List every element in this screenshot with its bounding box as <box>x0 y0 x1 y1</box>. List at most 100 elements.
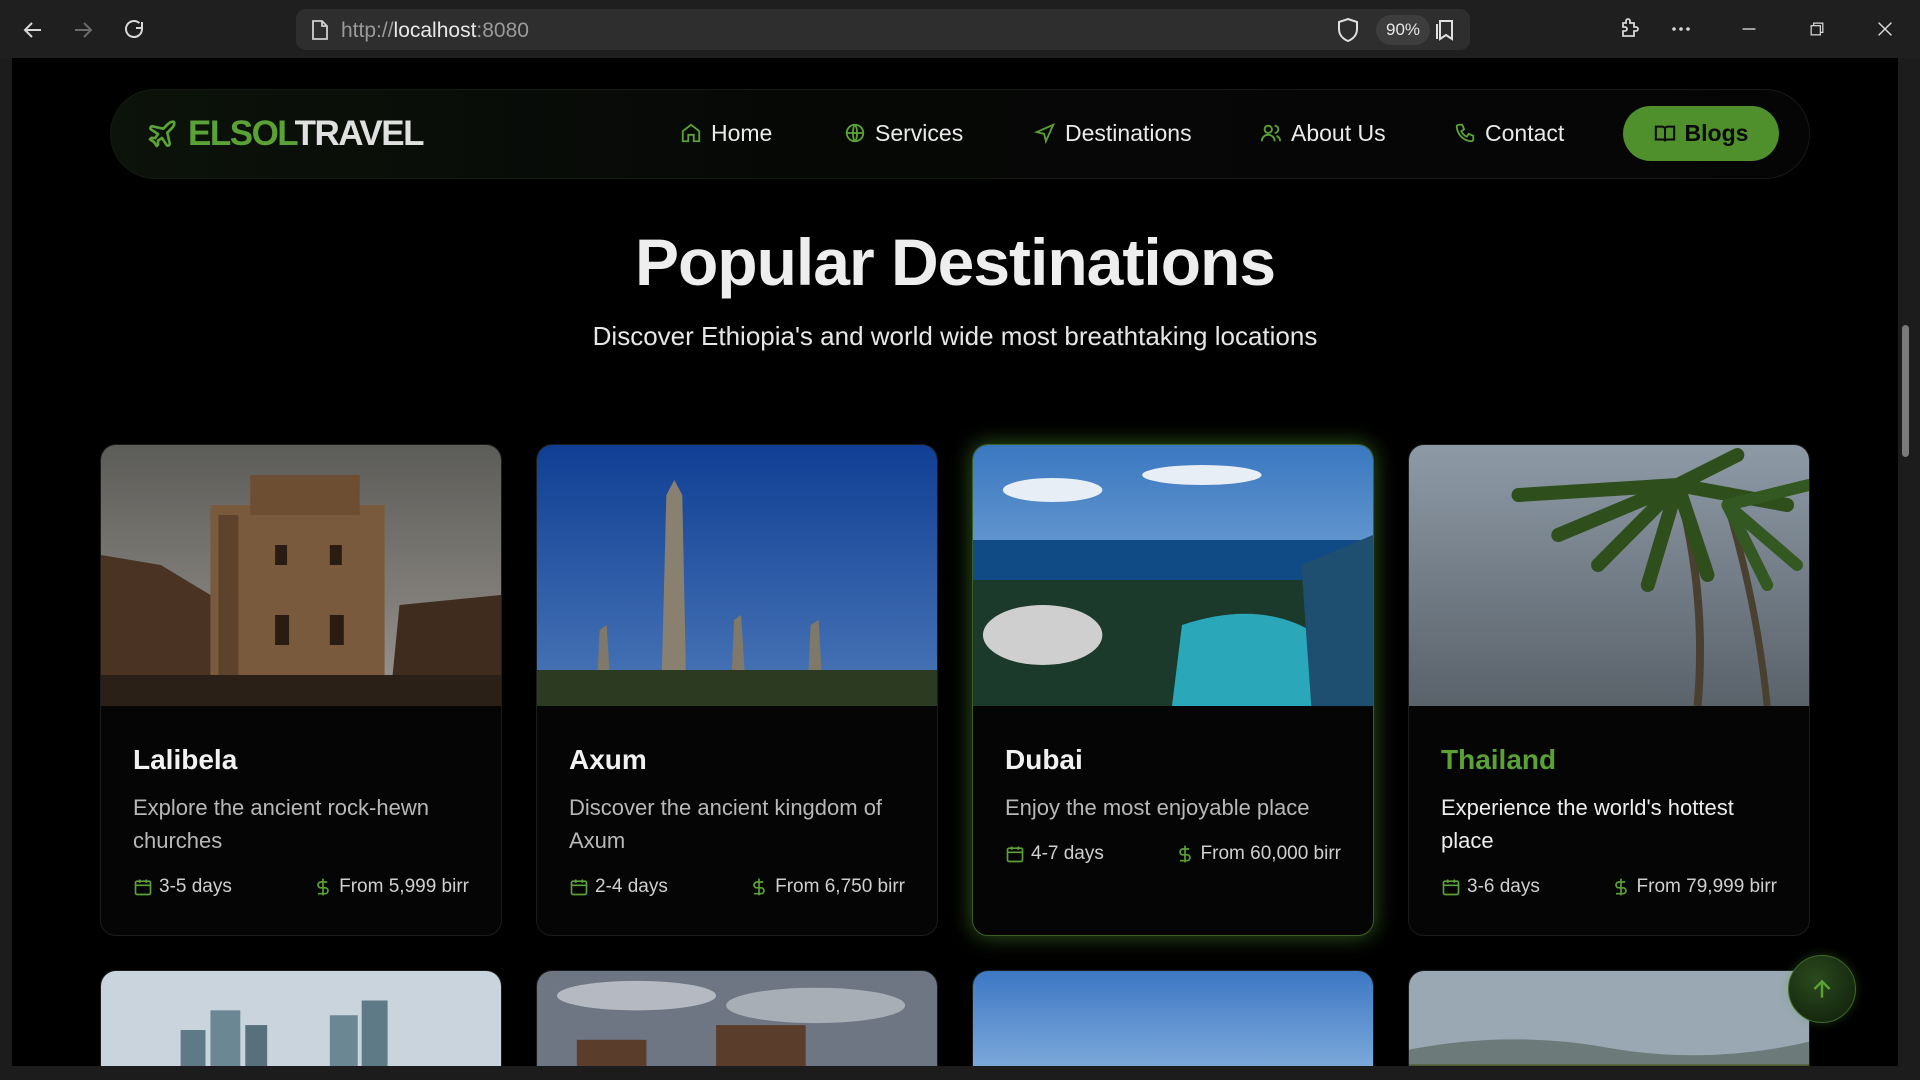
nav-home[interactable]: Home <box>680 118 772 148</box>
scroll-to-top-button[interactable] <box>1788 955 1856 1023</box>
blogs-button[interactable]: Blogs <box>1623 106 1779 161</box>
destination-card-thailand[interactable]: Thailand Experience the world's hottest … <box>1408 444 1810 936</box>
zoom-indicator[interactable]: 90% <box>1376 15 1431 45</box>
destination-name: Lalibela <box>133 744 238 775</box>
book-open-icon <box>1654 125 1675 142</box>
page-viewport: ELSOLTRAVEL Home Services Destinations A… <box>12 58 1898 1066</box>
duration: 3-6 days <box>1441 876 1540 898</box>
logo-text-travel: TRAVEL <box>294 114 425 153</box>
reload-icon <box>125 20 143 38</box>
nav-about[interactable]: About Us <box>1260 118 1386 148</box>
window-bottom-edge <box>0 1066 1920 1080</box>
destination-card-dubai[interactable]: Dubai Enjoy the most enjoyable place 4-7… <box>972 444 1374 936</box>
destination-meta: 2-4 days From 6,750 birr <box>569 876 905 898</box>
tracking-shield-icon[interactable] <box>1336 17 1360 43</box>
calendar-icon <box>570 879 588 896</box>
browser-toolbar: http://localhost:8080 90% <box>0 0 1920 58</box>
home-icon <box>681 123 701 143</box>
plane-icon <box>148 120 176 148</box>
site-logo[interactable]: ELSOLTRAVEL <box>146 114 425 154</box>
extensions-button[interactable] <box>1614 14 1644 44</box>
destination-name: Axum <box>569 744 647 775</box>
duration: 3-5 days <box>133 876 232 898</box>
price-text: From 60,000 birr <box>1200 843 1341 864</box>
users-icon <box>1260 124 1282 142</box>
destination-meta: 3-5 days From 5,999 birr <box>133 876 469 898</box>
navigation-icon <box>1034 122 1056 144</box>
dollar-icon <box>1178 845 1191 863</box>
price: From 6,750 birr <box>749 876 905 898</box>
destination-description: Explore the ancient rock-hewn churches <box>133 795 429 853</box>
restore-icon <box>1810 22 1824 36</box>
destination-card-lalibela[interactable]: Lalibela Explore the ancient rock-hewn c… <box>100 444 502 936</box>
restore-button[interactable] <box>1802 14 1832 44</box>
duration-text: 4-7 days <box>1031 843 1104 864</box>
section-title: Popular Destinations <box>634 225 1276 299</box>
dollar-icon <box>753 878 765 896</box>
dollar-icon <box>1614 878 1627 896</box>
destination-meta: 3-6 days From 79,999 birr <box>1441 876 1777 898</box>
menu-button[interactable] <box>1666 14 1696 44</box>
price: From 79,999 birr <box>1611 876 1777 898</box>
castle-image <box>537 971 937 1066</box>
calendar-icon <box>1006 846 1024 863</box>
destination-description: Enjoy the most enjoyable place <box>1005 795 1310 820</box>
url-text: http://localhost:8080 <box>341 19 529 42</box>
duration-text: 2-4 days <box>595 876 668 897</box>
nav-contact-label: Contact <box>1485 119 1565 146</box>
minimize-button[interactable] <box>1734 14 1764 44</box>
dollar-icon <box>317 878 329 896</box>
destination-name: Dubai <box>1005 744 1083 775</box>
price: From 5,999 birr <box>313 876 469 898</box>
destination-image-dubai <box>973 445 1373 706</box>
back-button[interactable] <box>13 12 53 48</box>
destination-card-axum[interactable]: Axum Discover the ancient kingdom of Axu… <box>536 444 938 936</box>
close-window-button[interactable] <box>1870 14 1900 44</box>
nav-about-label: About Us <box>1291 119 1386 146</box>
nav-home-label: Home <box>711 119 773 146</box>
address-bar[interactable]: http://localhost:8080 90% <box>296 9 1470 50</box>
price-text: From 79,999 birr <box>1636 876 1777 897</box>
close-icon <box>1878 22 1892 36</box>
reload-button[interactable] <box>114 12 154 48</box>
page-icon <box>312 20 328 40</box>
price: From 60,000 birr <box>1175 843 1341 865</box>
phone-icon <box>1455 123 1475 143</box>
blogs-button-label: Blogs <box>1684 120 1749 146</box>
destination-card-preview[interactable] <box>972 970 1374 1066</box>
landscape-image <box>1409 971 1809 1066</box>
destination-description: Discover the ancient kingdom of Axum <box>569 795 883 853</box>
puzzle-icon <box>1622 18 1639 37</box>
duration-text: 3-6 days <box>1467 876 1540 897</box>
arrow-up-icon <box>1813 979 1831 998</box>
nav-destinations[interactable]: Destinations <box>1034 118 1192 148</box>
nav-contact[interactable]: Contact <box>1454 118 1564 148</box>
duration: 2-4 days <box>569 876 668 898</box>
destination-image-lalibela <box>101 445 501 706</box>
destination-card-preview[interactable] <box>100 970 502 1066</box>
favorites-icon[interactable] <box>1434 18 1458 42</box>
forward-button[interactable] <box>63 12 103 48</box>
price-text: From 5,999 birr <box>339 876 469 897</box>
scrollbar[interactable] <box>1898 58 1920 1080</box>
destination-name: Thailand <box>1441 744 1557 775</box>
duration-text: 3-5 days <box>159 876 232 897</box>
sky-image <box>973 971 1373 1066</box>
destination-image-axum <box>537 445 937 706</box>
nav-services[interactable]: Services <box>844 118 963 148</box>
arrow-right-icon <box>75 22 93 38</box>
destination-meta: 4-7 days From 60,000 birr <box>1005 843 1341 865</box>
destination-card-preview[interactable] <box>536 970 938 1066</box>
price-text: From 6,750 birr <box>775 876 905 897</box>
more-icon <box>1672 27 1690 31</box>
duration: 4-7 days <box>1005 843 1104 865</box>
logo-text-elsol: ELSOL <box>188 114 296 153</box>
minimize-icon <box>1742 28 1756 30</box>
scrollbar-thumb[interactable] <box>1902 325 1909 457</box>
destination-card-preview[interactable] <box>1408 970 1810 1066</box>
nav-destinations-label: Destinations <box>1065 119 1192 146</box>
arrow-left-icon <box>23 22 41 38</box>
destination-description: Experience the world's hottest place <box>1441 795 1734 853</box>
destination-image-thailand <box>1409 445 1809 706</box>
calendar-icon <box>134 879 152 896</box>
